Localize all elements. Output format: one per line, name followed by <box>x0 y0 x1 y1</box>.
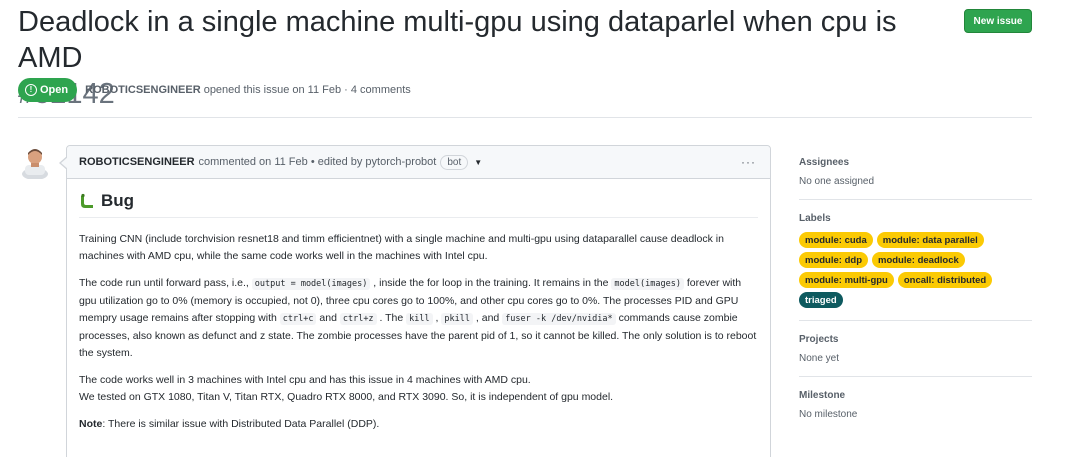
labels-section: Labels module: cuda module: data paralle… <box>799 200 1032 321</box>
new-issue-button[interactable]: New issue <box>964 9 1032 33</box>
labels-heading[interactable]: Labels <box>799 213 1032 224</box>
status-badge: ! Open <box>18 78 78 102</box>
issue-meta-row: ! Open ROBOTICSENGINEER opened this issu… <box>18 78 411 102</box>
issue-title-text: Deadlock in a single machine multi-gpu u… <box>18 6 897 74</box>
paragraph-1: Training CNN (include torchvision resnet… <box>79 233 724 262</box>
label-module-ddp[interactable]: module: ddp <box>799 252 868 268</box>
label-module-cuda[interactable]: module: cuda <box>799 232 873 248</box>
paragraph-2: The code run until forward pass, i.e., o… <box>79 275 758 362</box>
label-oncall-distributed[interactable]: oncall: distributed <box>897 272 993 288</box>
issue-meta: ROBOTICSENGINEER opened this issue on 11… <box>85 84 411 96</box>
chevron-down-icon[interactable]: ▼ <box>474 158 482 167</box>
milestone-value: No milestone <box>799 409 858 420</box>
paragraph-3-line-1: The code works well in 3 machines with I… <box>79 374 531 386</box>
paragraph-3: The code works well in 3 machines with I… <box>79 372 758 406</box>
text-span: , inside the for loop in the training. I… <box>370 277 612 289</box>
comment-author-link[interactable]: ROBOTICSENGINEER <box>79 156 195 168</box>
inline-code: pkill <box>441 313 473 325</box>
inline-code: kill <box>406 313 433 325</box>
label-module-data-parallel[interactable]: module: data parallel <box>876 232 984 248</box>
inline-code: ctrl+c <box>279 313 317 325</box>
bug-heading: Bug <box>79 179 758 218</box>
text-span: and <box>316 312 340 324</box>
paragraph-3-line-2: We tested on GTX 1080, Titan V, Titan RT… <box>79 391 614 403</box>
issue-sidebar: Assignees No one assigned Labels module:… <box>799 145 1032 432</box>
note-label: Note <box>79 418 103 430</box>
assignees-section: Assignees No one assigned <box>799 145 1032 200</box>
text-span: , and <box>472 312 503 324</box>
text-span: . The <box>376 312 407 324</box>
assignees-heading[interactable]: Assignees <box>799 157 1032 168</box>
header-divider <box>18 117 1032 118</box>
milestone-heading[interactable]: Milestone <box>799 390 1032 401</box>
inline-code: fuser -k /dev/nvidia* <box>502 313 616 325</box>
assignees-value: No one assigned <box>799 176 875 187</box>
comment-meta: commented on 11 Feb • edited by pytorch-… <box>198 156 437 168</box>
bug-heading-text: Bug <box>101 191 135 210</box>
projects-heading[interactable]: Projects <box>799 334 1032 345</box>
issue-opened-icon: ! <box>25 84 37 96</box>
comment-header: ROBOTICSENGINEER commented on 11 Feb • e… <box>67 146 770 179</box>
projects-value: None yet <box>799 353 840 364</box>
label-triaged[interactable]: triaged <box>799 292 843 308</box>
inline-code: output = model(images) <box>251 278 371 290</box>
bug-icon <box>81 193 93 208</box>
label-module-multi-gpu[interactable]: module: multi-gpu <box>799 272 894 288</box>
issue-comment: ROBOTICSENGINEER commented on 11 Feb • e… <box>59 145 771 457</box>
bot-badge: bot <box>440 154 469 170</box>
issue-meta-text: opened this issue on 11 Feb · 4 comments <box>200 84 411 96</box>
label-module-deadlock[interactable]: module: deadlock <box>872 252 965 268</box>
labels-list: module: cuda module: data parallel modul… <box>799 232 1024 308</box>
issue-author-link[interactable]: ROBOTICSENGINEER <box>85 84 201 96</box>
user-avatar[interactable] <box>18 145 52 179</box>
note-text: : There is similar issue with Distribute… <box>102 418 380 430</box>
kebab-horizontal-icon[interactable]: ··· <box>741 155 756 169</box>
inline-code: model(images) <box>611 278 684 290</box>
comment-body: Bug Training CNN (include torchvision re… <box>67 179 770 433</box>
projects-section: Projects None yet <box>799 321 1032 377</box>
milestone-section: Milestone No milestone <box>799 377 1032 432</box>
status-badge-label: Open <box>40 84 69 96</box>
text-span: The code run until forward pass, i.e., <box>79 277 252 289</box>
paragraph-4: Note: There is similar issue with Distri… <box>79 416 758 433</box>
inline-code: ctrl+z <box>339 313 377 325</box>
